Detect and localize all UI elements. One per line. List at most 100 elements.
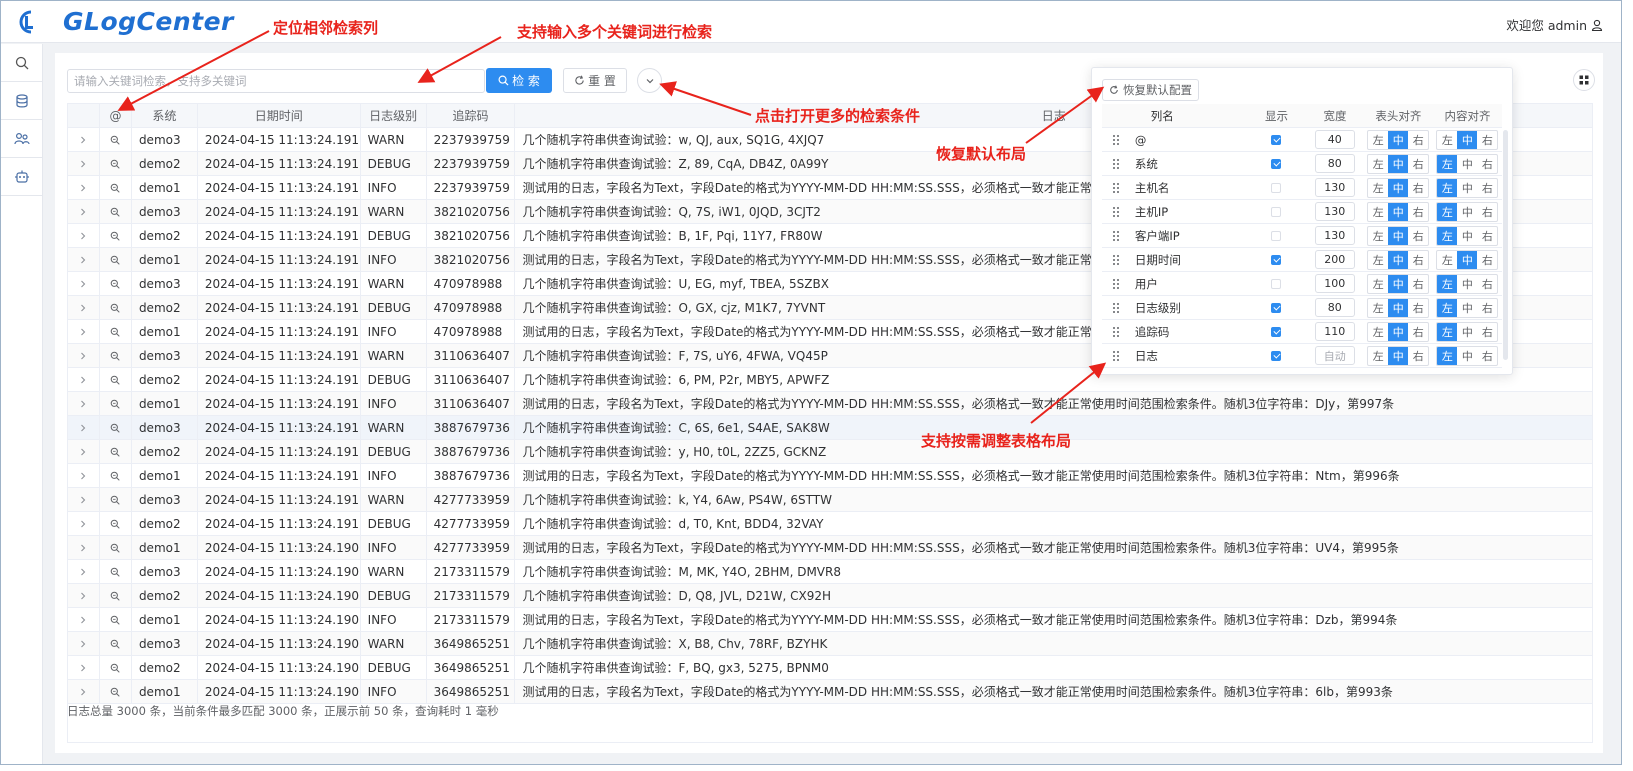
table-row[interactable]: demo3 2024-04-15 11:13:24.191 WARN 42777339… [68,488,1592,512]
head-align-toggle-option[interactable]: 右 [1408,299,1428,317]
expand-row-toggle[interactable] [68,512,100,535]
locate-column-button[interactable] [100,488,132,511]
drag-handle[interactable] [1102,302,1131,314]
content-align-toggle-option[interactable]: 右 [1477,275,1497,293]
width-input[interactable]: 80 [1314,298,1355,317]
head-align-toggle-option[interactable]: 右 [1408,275,1428,293]
show-checkbox[interactable] [1271,254,1282,265]
content-align-toggle-option[interactable]: 左 [1437,298,1458,317]
column-header-trace[interactable]: 追踪码 [427,104,516,127]
expand-row-toggle[interactable] [68,128,100,151]
drag-handle[interactable] [1102,254,1131,266]
reset-button[interactable]: 重 置 [563,68,627,93]
head-align-toggle-option[interactable]: 左 [1368,155,1388,173]
table-row[interactable]: demo1 2024-04-15 11:13:24.191 INFO 31106364… [68,392,1592,416]
content-align-toggle-option[interactable]: 中 [1457,275,1477,293]
head-align-toggle-option[interactable]: 右 [1408,179,1428,197]
content-align-toggle-option[interactable]: 中 [1457,179,1477,197]
head-align-toggle-option[interactable]: 左 [1368,275,1388,293]
content-align-toggle-option[interactable]: 左 [1437,322,1458,341]
locate-column-button[interactable] [100,392,132,415]
sidebar-item-storage[interactable] [1,82,43,120]
table-row[interactable]: demo1 2024-04-15 11:13:24.190 INFO 42777339… [68,536,1592,560]
column-header-at[interactable]: @ [100,104,132,127]
head-align-toggle-option[interactable]: 中 [1388,226,1409,245]
table-row[interactable]: demo1 2024-04-15 11:13:24.190 INFO 36498652… [68,680,1592,704]
head-align-toggle-option[interactable]: 右 [1408,227,1428,245]
head-align-toggle-option[interactable]: 中 [1388,274,1409,293]
content-align-toggle-option[interactable]: 左 [1437,131,1457,149]
locate-column-button[interactable] [100,608,132,631]
width-input[interactable]: 80 [1314,154,1355,173]
more-conditions-button[interactable] [637,68,662,93]
head-align-toggle-option[interactable]: 中 [1388,178,1409,197]
content-align-toggle-option[interactable]: 右 [1477,323,1497,341]
expand-row-toggle[interactable] [68,488,100,511]
locate-column-button[interactable] [100,200,132,223]
table-row[interactable]: demo3 2024-04-15 11:13:24.190 WARN 21733115… [68,560,1592,584]
content-align-toggle-option[interactable]: 中 [1457,227,1477,245]
show-checkbox[interactable] [1271,278,1282,289]
locate-column-button[interactable] [100,224,132,247]
locate-column-button[interactable] [100,584,132,607]
head-align-toggle-option[interactable]: 中 [1388,346,1409,365]
width-input[interactable]: 200 [1314,250,1355,269]
locate-column-button[interactable] [100,632,132,655]
content-align-toggle-option[interactable]: 右 [1477,251,1497,269]
table-row[interactable]: demo1 2024-04-15 11:13:24.191 INFO 38876797… [68,464,1592,488]
expand-row-toggle[interactable] [68,464,100,487]
expand-row-toggle[interactable] [68,608,100,631]
restore-default-button[interactable]: 恢复默认配置 [1102,79,1199,101]
locate-column-button[interactable] [100,464,132,487]
locate-column-button[interactable] [100,536,132,559]
column-header-datetime[interactable]: 日期时间 [198,104,361,127]
content-align-toggle-option[interactable]: 中 [1457,155,1477,173]
expand-row-toggle[interactable] [68,368,100,391]
head-align-toggle-option[interactable]: 右 [1408,155,1428,173]
expand-row-toggle[interactable] [68,392,100,415]
expand-row-toggle[interactable] [68,584,100,607]
drag-handle[interactable] [1102,326,1131,338]
drag-handle[interactable] [1102,182,1131,194]
content-align-toggle-option[interactable]: 左 [1437,202,1458,221]
locate-column-button[interactable] [100,656,132,679]
expand-row-toggle[interactable] [68,248,100,271]
head-align-toggle-option[interactable]: 左 [1368,323,1388,341]
expand-row-toggle[interactable] [68,680,100,703]
expand-row-toggle[interactable] [68,560,100,583]
table-row[interactable]: demo2 2024-04-15 11:13:24.190 DEBUG 2173311… [68,584,1592,608]
column-header-system[interactable]: 系统 [132,104,198,127]
head-align-toggle-option[interactable]: 右 [1408,347,1428,365]
content-align-toggle-option[interactable]: 中 [1457,250,1478,269]
content-align-toggle-option[interactable]: 左 [1437,154,1458,173]
content-align-toggle-option[interactable]: 左 [1437,274,1458,293]
locate-column-button[interactable] [100,296,132,319]
locate-column-button[interactable] [100,560,132,583]
locate-column-button[interactable] [100,344,132,367]
head-align-toggle-option[interactable]: 右 [1408,203,1428,221]
head-align-toggle-option[interactable]: 左 [1368,251,1388,269]
width-input[interactable]: 130 [1314,202,1355,221]
width-input[interactable]: 130 [1314,178,1355,197]
locate-column-button[interactable] [100,128,132,151]
head-align-toggle-option[interactable]: 右 [1408,251,1428,269]
content-align-toggle-option[interactable]: 左 [1437,251,1457,269]
drag-handle[interactable] [1102,158,1131,170]
table-row[interactable]: demo3 2024-04-15 11:13:24.191 WARN 38876797… [68,416,1592,440]
content-align-toggle-option[interactable]: 左 [1437,226,1458,245]
expand-row-toggle[interactable] [68,224,100,247]
width-input[interactable]: 130 [1314,226,1355,245]
content-align-toggle-option[interactable]: 右 [1477,179,1497,197]
expand-row-toggle[interactable] [68,272,100,295]
sidebar-item-search[interactable] [1,44,43,82]
width-input[interactable]: 100 [1314,274,1355,293]
head-align-toggle-option[interactable]: 左 [1368,203,1388,221]
expand-row-toggle[interactable] [68,320,100,343]
width-input[interactable]: 40 [1314,130,1355,149]
table-row[interactable]: demo2 2024-04-15 11:13:24.191 DEBUG 3887679… [68,440,1592,464]
content-align-toggle-option[interactable]: 右 [1477,347,1497,365]
width-input[interactable]: 自动 [1314,346,1355,365]
drag-handle[interactable] [1102,350,1131,362]
drag-handle[interactable] [1102,134,1131,146]
content-align-toggle-option[interactable]: 右 [1477,299,1497,317]
